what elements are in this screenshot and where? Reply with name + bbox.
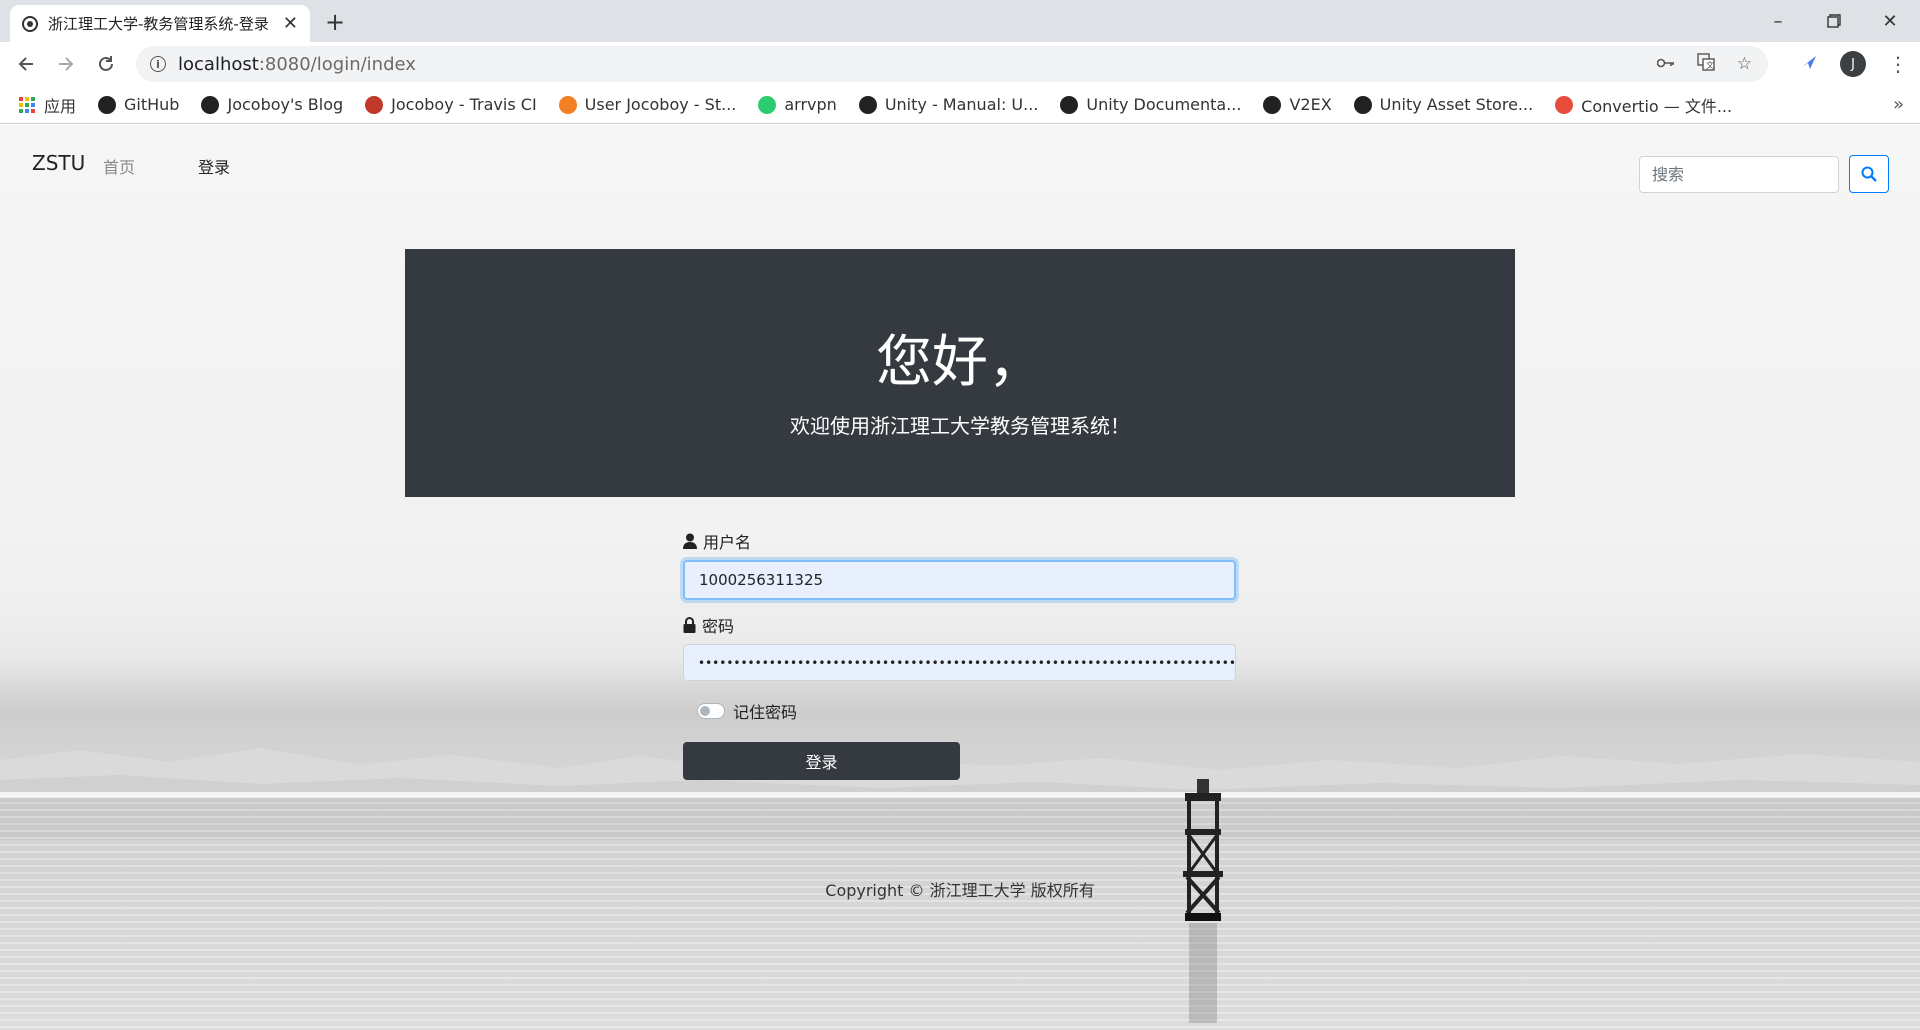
welcome-title: 您好， — [876, 330, 1044, 395]
brand-logo[interactable]: ZSTU — [32, 151, 85, 175]
restore-icon[interactable] — [1806, 0, 1862, 42]
bookmarks-bar: 应用 GitHub Jocoboy's Blog Jocoboy - Travis C… — [0, 86, 1920, 124]
page-body: ZSTU 首页 登录 您好， 欢迎使用浙江理工大学教务管理系统！ 用户名 密码 … — [0, 125, 1920, 1030]
convertio-icon — [1555, 95, 1574, 114]
blog-icon — [201, 95, 220, 114]
bookmark-item[interactable]: Unity Asset Store... — [1353, 95, 1534, 114]
welcome-subtitle: 欢迎使用浙江理工大学教务管理系统！ — [790, 414, 1130, 438]
v2ex-icon — [1263, 95, 1282, 114]
bookmark-item[interactable]: User Jocoboy - St... — [558, 95, 737, 114]
site-favicon-icon — [22, 15, 38, 32]
bookmark-label: Unity - Manual: U... — [884, 95, 1039, 114]
arrvpn-icon — [758, 95, 777, 114]
bookmark-label: arrvpn — [784, 95, 837, 114]
reload-icon[interactable] — [86, 44, 126, 84]
bookmark-label: V2EX — [1289, 95, 1332, 114]
bookmark-label: Unity Documenta... — [1086, 95, 1242, 114]
password-label: 密码 — [683, 614, 1236, 636]
bookmarks-overflow-icon[interactable]: » — [1893, 94, 1904, 115]
svg-text:文: 文 — [1706, 60, 1714, 70]
browser-tabstrip: 浙江理工大学-教务管理系统-登录 ✕ + – ✕ — [0, 0, 1920, 42]
search-icon — [1861, 166, 1877, 182]
minimize-icon[interactable]: – — [1750, 0, 1806, 42]
back-icon[interactable] — [6, 44, 46, 84]
user-icon — [683, 533, 697, 549]
bookmark-item[interactable]: 应用 — [18, 93, 76, 117]
footer-copyright: Copyright © 浙江理工大学 版权所有 — [825, 881, 1095, 900]
extension-icon[interactable] — [1800, 53, 1818, 75]
bookmark-item[interactable]: V2EX — [1263, 95, 1332, 114]
bookmark-label: Unity Asset Store... — [1379, 95, 1534, 114]
tab-close-icon[interactable]: ✕ — [283, 13, 298, 34]
remember-password: 记住密码 — [697, 699, 1236, 723]
bookmark-label: GitHub — [124, 95, 180, 114]
tab-title: 浙江理工大学-教务管理系统-登录 — [48, 15, 269, 33]
remember-password-toggle[interactable] — [697, 703, 725, 719]
address-bar[interactable]: i localhost:8080/login/index 文 ☆ — [136, 46, 1768, 82]
nav-home-link[interactable]: 首页 — [103, 154, 135, 178]
password-field[interactable] — [683, 644, 1236, 681]
travis-icon — [365, 95, 384, 114]
remember-password-label: 记住密码 — [733, 703, 798, 722]
bookmark-item[interactable]: Convertio — 文件... — [1555, 93, 1732, 117]
url-host: localhost — [178, 53, 259, 75]
unity-doc-icon — [1060, 95, 1079, 114]
bookmark-label: Convertio — 文件... — [1581, 96, 1733, 116]
browser-tab-active[interactable]: 浙江理工大学-教务管理系统-登录 ✕ — [10, 5, 310, 42]
bookmark-label: User Jocoboy - St... — [584, 95, 737, 114]
profile-avatar[interactable]: J — [1840, 51, 1866, 77]
forward-icon[interactable] — [46, 44, 86, 84]
search-button[interactable] — [1849, 155, 1889, 193]
login-form: 用户名 密码 记住密码 — [683, 530, 1236, 723]
password-label-text: 密码 — [702, 617, 735, 636]
translate-icon[interactable]: 文 — [1697, 52, 1715, 76]
stackoverflow-icon — [558, 95, 577, 114]
key-icon[interactable] — [1656, 54, 1675, 74]
username-label-text: 用户名 — [703, 533, 752, 552]
bookmark-item[interactable]: Unity Documenta... — [1060, 95, 1241, 114]
login-submit-button[interactable]: 登录 — [683, 742, 960, 780]
bookmark-item[interactable]: GitHub — [98, 95, 179, 114]
bookmark-label: Jocoboy's Blog — [227, 95, 344, 114]
bookmark-item[interactable]: Unity - Manual: U... — [858, 95, 1039, 114]
url-path: :8080/login/index — [258, 53, 416, 75]
bookmark-label: 应用 — [44, 96, 77, 116]
bookmark-item[interactable]: Jocoboy's Blog — [201, 95, 343, 114]
top-navbar: ZSTU 首页 登录 — [0, 125, 1920, 205]
close-window-icon[interactable]: ✕ — [1862, 0, 1918, 42]
username-label: 用户名 — [683, 530, 1236, 552]
site-info-icon[interactable]: i — [150, 56, 166, 72]
lock-icon — [683, 617, 696, 633]
new-tab-icon[interactable]: + — [325, 8, 345, 36]
menu-kebab-icon[interactable]: ⋮ — [1888, 52, 1908, 76]
apps-grid-icon — [18, 96, 36, 114]
lighthouse-tower-image — [1183, 779, 1223, 1023]
github-icon — [98, 95, 117, 114]
search-input[interactable] — [1639, 156, 1839, 193]
username-field[interactable] — [683, 560, 1236, 600]
water-surface — [0, 795, 1920, 1030]
bookmark-star-icon[interactable]: ☆ — [1737, 54, 1752, 74]
unity-store-icon — [1353, 95, 1372, 114]
browser-toolbar: i localhost:8080/login/index 文 ☆ J ⋮ — [0, 42, 1920, 86]
welcome-jumbotron: 您好， 欢迎使用浙江理工大学教务管理系统！ — [405, 249, 1515, 497]
bookmark-item[interactable]: Jocoboy - Travis CI — [365, 95, 537, 114]
unity-icon — [858, 95, 877, 114]
nav-login-link[interactable]: 登录 — [198, 154, 230, 178]
bookmark-item[interactable]: arrvpn — [758, 95, 837, 114]
bookmark-label: Jocoboy - Travis CI — [391, 95, 537, 114]
